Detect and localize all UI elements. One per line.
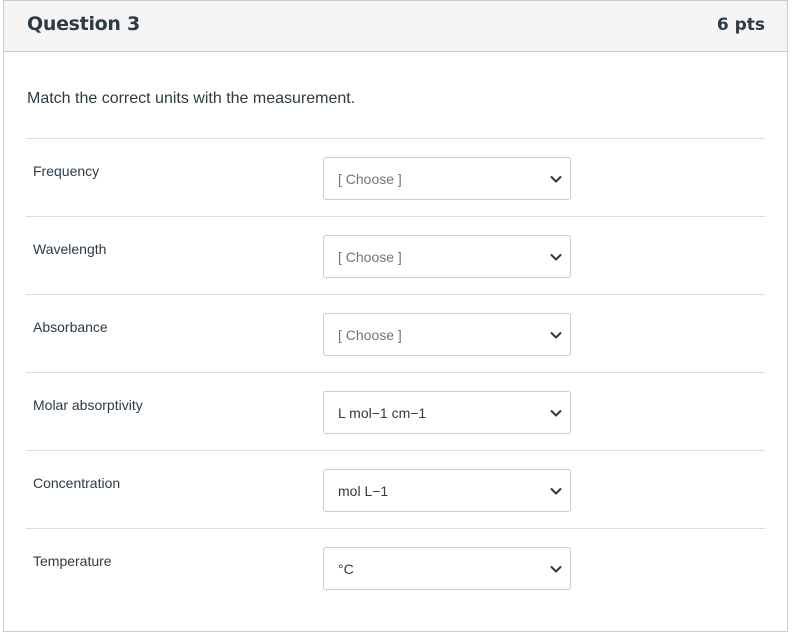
select-value: [ Choose ] bbox=[338, 327, 402, 343]
question-title: Question 3 bbox=[27, 13, 140, 35]
question-card: Question 3 6 pts Match the correct units… bbox=[3, 0, 788, 632]
match-label: Wavelength bbox=[33, 241, 107, 257]
unit-select-frequency[interactable]: [ Choose ] bbox=[323, 157, 571, 200]
match-row-temperature: Temperature °C bbox=[26, 528, 765, 606]
select-value: °C bbox=[338, 561, 354, 577]
question-header: Question 3 6 pts bbox=[4, 1, 787, 52]
match-label: Absorbance bbox=[33, 319, 108, 335]
question-points: 6 pts bbox=[716, 15, 765, 35]
unit-select-temperature[interactable]: °C bbox=[323, 547, 571, 590]
unit-select-molar-absorptivity[interactable]: L mol−1 cm−1 bbox=[323, 391, 571, 434]
match-row-frequency: Frequency [ Choose ] bbox=[26, 138, 765, 216]
chevron-down-icon bbox=[550, 488, 562, 495]
match-row-absorbance: Absorbance [ Choose ] bbox=[26, 294, 765, 372]
select-value: L mol−1 cm−1 bbox=[338, 405, 427, 421]
match-row-molar-absorptivity: Molar absorptivity L mol−1 cm−1 bbox=[26, 372, 765, 450]
match-list: Frequency [ Choose ] Wavelength [ Choose… bbox=[26, 138, 765, 606]
unit-select-absorbance[interactable]: [ Choose ] bbox=[323, 313, 571, 356]
select-value: [ Choose ] bbox=[338, 171, 402, 187]
match-row-wavelength: Wavelength [ Choose ] bbox=[26, 216, 765, 294]
unit-select-wavelength[interactable]: [ Choose ] bbox=[323, 235, 571, 278]
chevron-down-icon bbox=[550, 410, 562, 417]
question-prompt: Match the correct units with the measure… bbox=[27, 90, 356, 107]
match-label: Temperature bbox=[33, 553, 112, 569]
match-label: Molar absorptivity bbox=[33, 397, 143, 413]
chevron-down-icon bbox=[550, 176, 562, 183]
match-row-concentration: Concentration mol L−1 bbox=[26, 450, 765, 528]
match-label: Frequency bbox=[33, 163, 100, 179]
select-value: mol L−1 bbox=[338, 483, 389, 499]
select-value: [ Choose ] bbox=[338, 249, 402, 265]
chevron-down-icon bbox=[550, 254, 562, 261]
chevron-down-icon bbox=[550, 566, 562, 573]
chevron-down-icon bbox=[550, 332, 562, 339]
unit-select-concentration[interactable]: mol L−1 bbox=[323, 469, 571, 512]
match-label: Concentration bbox=[33, 475, 121, 491]
